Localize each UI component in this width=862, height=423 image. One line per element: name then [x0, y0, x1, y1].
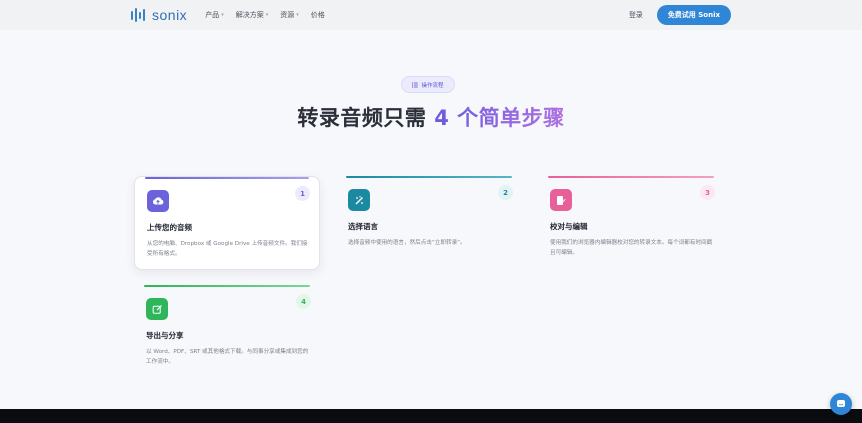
free-trial-button[interactable]: 免费试用 Sonix	[656, 5, 731, 25]
step-description: 选择音频中使用的语言，然后点击“立即转录”。	[348, 240, 466, 246]
step-title: 导出与分享	[146, 331, 184, 340]
step-number: 3	[700, 185, 715, 200]
step-description: 以 Word、PDF、SRT 或其他格式下载。与同事分享或集成到您的工作流中。	[146, 349, 309, 365]
chevron-down-icon: ▾	[296, 12, 299, 18]
export-icon	[146, 298, 168, 320]
chat-support-button[interactable]	[830, 393, 852, 415]
step-title: 上传您的音频	[147, 223, 192, 232]
chat-icon	[837, 400, 845, 407]
step-card-proofread[interactable]: 3 校对与编辑 使用我们的浏览器内编辑器校对您的转录文本。每个词都有时间戳且可编…	[538, 176, 724, 270]
sonix-logo[interactable]: sonix	[131, 7, 187, 23]
step-number: 4	[296, 294, 311, 309]
login-link[interactable]: 登录	[629, 10, 643, 20]
card-accent-line	[346, 176, 512, 178]
chevron-down-icon: ▾	[265, 12, 269, 18]
nav-item-pricing[interactable]: 价格	[311, 10, 325, 20]
step-card-upload[interactable]: 1 上传您的音频 从您的电脑、Dropbox 或 Google Drive 上传…	[134, 176, 320, 270]
step-title: 选择语言	[348, 222, 378, 231]
waveform-logo-icon	[131, 8, 145, 22]
card-accent-line	[145, 177, 309, 179]
cloud-upload-icon	[147, 190, 169, 212]
step-number: 2	[498, 185, 513, 200]
page-title: 转录音频只需 4 个简单步骤	[297, 106, 565, 130]
nav-item-solutions[interactable]: 解决方案 ▾	[236, 10, 269, 20]
badge-label: 操作流程	[421, 82, 444, 89]
step-card-export[interactable]: 4 导出与分享 以 Word、PDF、SRT 或其他格式下载。与同事分享或集成到…	[134, 285, 320, 379]
step-title: 校对与编辑	[550, 222, 588, 231]
section-badge: 操作流程	[401, 76, 455, 93]
main-nav: 产品 ▾ 解决方案 ▾ 资源 ▾ 价格	[205, 10, 325, 20]
logo-text: sonix	[152, 7, 188, 23]
card-accent-line	[144, 285, 310, 287]
card-accent-line	[548, 176, 714, 178]
footer-bar	[0, 409, 862, 423]
step-description: 从您的电脑、Dropbox 或 Google Drive 上传音频文件。我们接受…	[147, 241, 308, 257]
list-icon	[412, 82, 419, 87]
top-nav-bar: sonix 产品 ▾ 解决方案 ▾ 资源 ▾ 价格 登录 免费试用 Sonix	[0, 0, 862, 30]
step-description: 使用我们的浏览器内编辑器校对您的转录文本。每个词都有时间戳且可编辑。	[550, 240, 713, 256]
magic-wand-icon	[348, 189, 370, 211]
nav-item-resources[interactable]: 资源 ▾	[280, 10, 299, 20]
nav-item-products[interactable]: 产品 ▾	[205, 10, 224, 20]
chevron-down-icon: ▾	[221, 12, 224, 18]
step-number: 1	[295, 186, 310, 201]
edit-document-icon	[550, 189, 572, 211]
step-card-language[interactable]: 2 选择语言 选择音频中使用的语言，然后点击“立即转录”。	[336, 176, 522, 270]
